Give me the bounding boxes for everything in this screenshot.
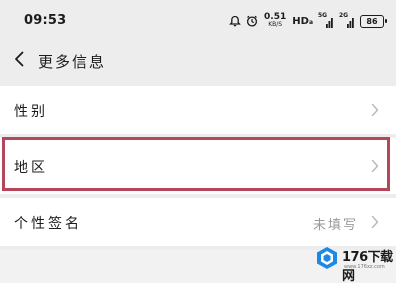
net-label: 5G (318, 12, 328, 19)
more-info-screen: 09:53 0.51 KB/S HDa 5G 2G 86 更多信息 性别 地区 … (0, 0, 396, 283)
speed-value: 0.51 (264, 12, 287, 22)
hd-label: HD (292, 15, 309, 27)
watermark-url: www.176xz.com (344, 264, 385, 270)
status-time: 09:53 (24, 13, 67, 28)
hd-indicator: HDa (292, 15, 313, 27)
speed-unit: KB/S (268, 21, 283, 28)
alarm-icon (229, 15, 241, 27)
chevron-left-icon[interactable] (10, 49, 30, 69)
nav-bar: 更多信息 (0, 40, 396, 80)
region-row[interactable]: 地区 (0, 138, 396, 194)
region-label: 地区 (14, 160, 48, 176)
watermark-logo-icon (317, 247, 337, 269)
signature-row[interactable]: 个性签名 未填写 (0, 198, 396, 246)
signal-icon: 5G (318, 12, 334, 28)
network-speed: 0.51 KB/S (264, 13, 286, 29)
page-title: 更多信息 (38, 53, 107, 71)
chevron-right-icon (371, 159, 379, 173)
clock-icon (246, 15, 258, 27)
status-bar: 09:53 0.51 KB/S HDa 5G 2G 86 (0, 0, 396, 40)
battery-level: 86 (366, 16, 378, 26)
status-icons: 0.51 KB/S HDa 5G 2G 86 (229, 11, 387, 31)
signal-icon-2: 2G (339, 12, 355, 28)
gender-label: 性别 (14, 104, 48, 120)
chevron-right-icon (371, 103, 379, 117)
net-label-2: 2G (339, 12, 349, 19)
signature-label: 个性签名 (14, 216, 82, 232)
chevron-right-icon (371, 215, 379, 229)
signature-value: 未填写 (312, 218, 358, 233)
gender-row[interactable]: 性别 (0, 86, 396, 134)
watermark: 176下载网 www.176xz.com (312, 242, 396, 283)
battery-icon: 86 (360, 14, 387, 28)
